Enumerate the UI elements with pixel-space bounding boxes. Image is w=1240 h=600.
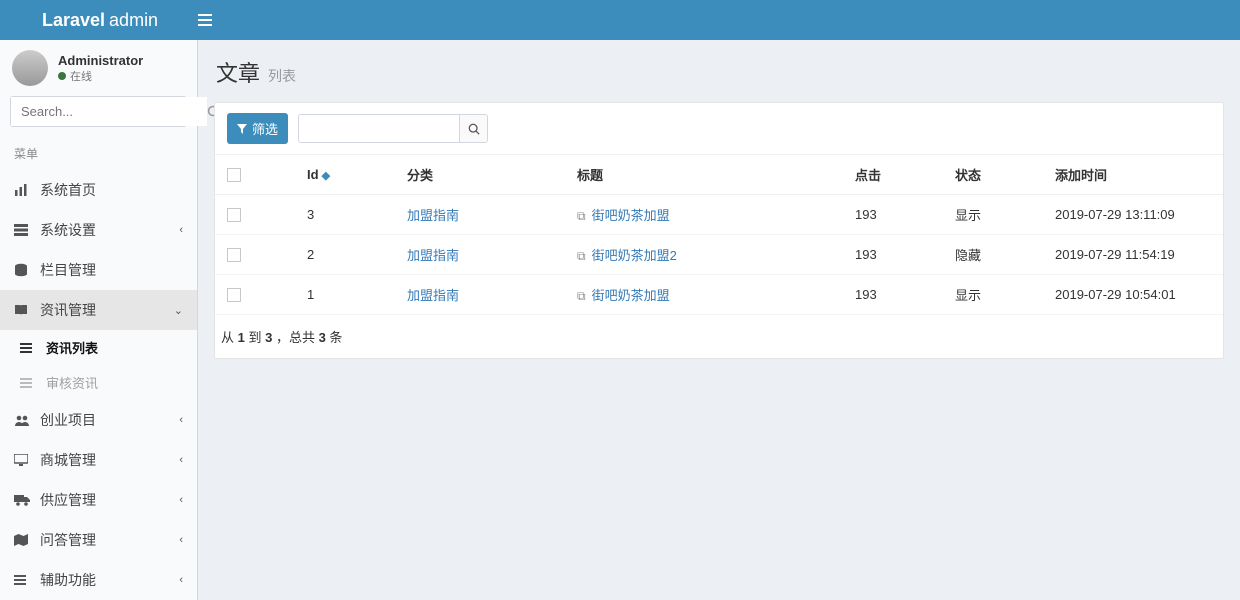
map-icon (14, 534, 30, 546)
search-icon (468, 123, 480, 135)
chevron-left-icon: ‹ (179, 414, 183, 426)
user-panel: Administrator 在线 (0, 40, 197, 96)
logo[interactable]: Laravel admin (0, 0, 198, 40)
row-checkbox[interactable] (227, 208, 241, 222)
table-row: 1 加盟指南 ⧉ 街吧奶茶加盟 193显示2019-07-29 10:54:01 (215, 275, 1223, 315)
cell-category-link[interactable]: 加盟指南 (407, 288, 459, 303)
cell-created: 2019-07-29 10:54:01 (1043, 275, 1223, 315)
cell-hits: 193 (843, 195, 943, 235)
sidebar-toggle[interactable] (198, 14, 238, 26)
table-header-row: Id◆ 分类 标题 点击 状态 添加时间 (215, 155, 1223, 195)
cell-status: 隐藏 (943, 235, 1043, 275)
online-dot-icon (58, 72, 66, 80)
table-box: 筛选 Id◆ (214, 102, 1224, 359)
copy-icon[interactable]: ⧉ (577, 249, 586, 263)
search-input[interactable] (11, 97, 207, 126)
main-content: 文章 列表 筛选 (198, 40, 1240, 600)
sidebar-item-startup[interactable]: 创业项目 ‹ (0, 400, 197, 440)
row-checkbox[interactable] (227, 248, 241, 262)
list-icon (20, 378, 36, 388)
cell-title-link[interactable]: 街吧奶茶加盟2 (592, 248, 677, 263)
sidebar-item-supply[interactable]: 供应管理 ‹ (0, 480, 197, 520)
logo-light: admin (109, 10, 158, 31)
select-all-checkbox[interactable] (227, 168, 241, 182)
table-row: 3 加盟指南 ⧉ 街吧奶茶加盟 193显示2019-07-29 13:11:09 (215, 195, 1223, 235)
user-name: Administrator (58, 53, 143, 68)
th-id[interactable]: Id◆ (295, 155, 395, 195)
sidebar-item-settings[interactable]: 系统设置 ‹ (0, 210, 197, 250)
funnel-icon (237, 124, 247, 134)
cell-created: 2019-07-29 11:54:19 (1043, 235, 1223, 275)
sort-icon: ◆ (322, 170, 330, 182)
cell-status: 显示 (943, 275, 1043, 315)
chart-bar-icon (14, 184, 30, 196)
sidebar-item-aux[interactable]: 辅助功能 ‹ (0, 560, 197, 600)
cell-id: 1 (295, 275, 395, 315)
server-icon (14, 224, 30, 236)
cell-id: 2 (295, 235, 395, 275)
th-hits: 点击 (843, 155, 943, 195)
filter-button[interactable]: 筛选 (227, 113, 288, 144)
th-category: 分类 (395, 155, 565, 195)
cell-category-link[interactable]: 加盟指南 (407, 208, 459, 223)
copy-icon[interactable]: ⧉ (577, 209, 586, 223)
pagination-info: 从 1 到 3 ，总共 3 条 (215, 315, 1223, 358)
toolbar: 筛选 (215, 103, 1223, 155)
table-row: 2 加盟指南 ⧉ 街吧奶茶加盟2 193隐藏2019-07-29 11:54:19 (215, 235, 1223, 275)
menu-header: 菜单 (0, 137, 197, 170)
copy-icon[interactable]: ⧉ (577, 289, 586, 303)
sidebar-item-news[interactable]: 资讯管理 ⌄ (0, 290, 197, 330)
chevron-down-icon: ⌄ (174, 304, 183, 317)
chevron-left-icon: ‹ (179, 454, 183, 466)
cell-created: 2019-07-29 13:11:09 (1043, 195, 1223, 235)
row-checkbox[interactable] (227, 288, 241, 302)
sidebar-item-mall[interactable]: 商城管理 ‹ (0, 440, 197, 480)
cell-title-link[interactable]: 街吧奶茶加盟 (592, 288, 670, 303)
sidebar-item-columns[interactable]: 栏目管理 (0, 250, 197, 290)
chevron-left-icon: ‹ (179, 224, 183, 236)
th-created: 添加时间 (1043, 155, 1223, 195)
list-icon (14, 575, 30, 585)
cell-title-link[interactable]: 街吧奶茶加盟 (592, 208, 670, 223)
list-icon (20, 343, 36, 353)
sidebar: Administrator 在线 菜单 系统首页 (0, 40, 198, 600)
table-search (298, 114, 488, 143)
avatar[interactable] (12, 50, 48, 86)
user-status: 在线 (58, 68, 143, 84)
desktop-icon (14, 454, 30, 466)
sidebar-search (10, 96, 187, 127)
cell-hits: 193 (843, 235, 943, 275)
cell-status: 显示 (943, 195, 1043, 235)
sidebar-subitem-news-list[interactable]: 资讯列表 (0, 330, 197, 365)
data-table: Id◆ 分类 标题 点击 状态 添加时间 3 加盟指南 ⧉ 街吧奶茶加盟 193显示20… (215, 155, 1223, 315)
users-icon (14, 414, 30, 426)
th-status: 状态 (943, 155, 1043, 195)
table-search-input[interactable] (299, 115, 459, 142)
database-icon (14, 263, 30, 277)
book-icon (14, 304, 30, 316)
cell-hits: 193 (843, 275, 943, 315)
sidebar-subitem-news-review[interactable]: 审核资讯 (0, 365, 197, 400)
table-search-button[interactable] (459, 115, 487, 142)
truck-icon (14, 494, 30, 506)
chevron-left-icon: ‹ (179, 534, 183, 546)
th-title: 标题 (565, 155, 843, 195)
page-title: 文章 列表 (216, 56, 1224, 88)
cell-category-link[interactable]: 加盟指南 (407, 248, 459, 263)
cell-id: 3 (295, 195, 395, 235)
sidebar-item-qa[interactable]: 问答管理 ‹ (0, 520, 197, 560)
topbar: Laravel admin (0, 0, 1240, 40)
sidebar-item-home[interactable]: 系统首页 (0, 170, 197, 210)
logo-bold: Laravel (42, 10, 105, 31)
bars-icon (198, 14, 238, 26)
chevron-left-icon: ‹ (179, 494, 183, 506)
